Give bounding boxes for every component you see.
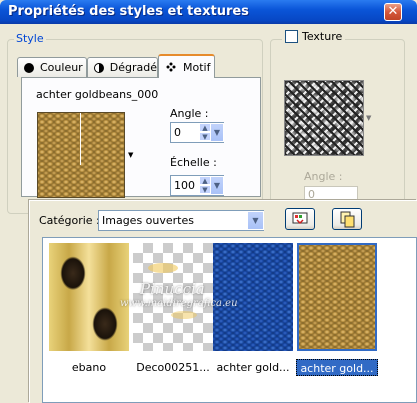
scale-dropdown[interactable]: ▼ xyxy=(210,176,224,195)
title-bar: Propriétés des styles et textures ✕ xyxy=(0,0,417,24)
category-dropdown-button[interactable]: ▼ xyxy=(247,211,264,230)
category-selected-value: Images ouvertes xyxy=(102,214,194,227)
angle-value: 0 xyxy=(174,126,181,139)
copy-icon xyxy=(340,211,355,228)
thumbnail-label-achter-gold-blue: achter gold... xyxy=(216,361,290,374)
chevron-down-icon: ▼ xyxy=(366,114,372,122)
pattern-name: achter goldbeans_000 xyxy=(36,88,159,101)
thumbnail-label-deco: Deco00251... xyxy=(136,361,210,374)
texture-preview xyxy=(284,80,364,156)
texture-checkbox-row[interactable]: Texture xyxy=(282,30,346,43)
half-circle-icon xyxy=(94,62,104,73)
palette-icon xyxy=(292,212,308,225)
pattern-preview[interactable] xyxy=(37,112,125,198)
thumbnail-label-ebano: ebano xyxy=(71,361,107,374)
tab-degrade[interactable]: Dégradé xyxy=(87,57,158,77)
category-select[interactable]: Images ouvertes ▼ xyxy=(98,210,264,231)
category-label: Catégorie : xyxy=(39,214,100,227)
tab-motif[interactable]: Motif xyxy=(158,54,215,78)
chevron-down-icon[interactable]: ▼ xyxy=(128,151,133,159)
watermark-line1: Pinuccia xyxy=(140,280,205,298)
thumbnail-label-achter-gold-gold: achter gold... xyxy=(296,359,378,376)
window-title: Propriétés des styles et textures xyxy=(8,4,249,19)
crosshair-icon xyxy=(80,113,81,165)
thumbnail-list[interactable]: ebano Deco00251... achter gold... achter… xyxy=(42,237,417,403)
scale-label: Échelle : xyxy=(170,156,217,169)
filled-circle-icon xyxy=(24,62,34,73)
texture-checkbox[interactable] xyxy=(285,30,298,43)
tab-couleur-label: Couleur xyxy=(40,61,83,74)
deco-swirl xyxy=(148,263,178,273)
texture-angle-label: Angle : xyxy=(304,170,343,183)
add-pattern-button[interactable] xyxy=(285,208,315,230)
texture-label: Texture xyxy=(302,30,343,43)
deco-swirl xyxy=(171,311,197,319)
tab-couleur[interactable]: Couleur xyxy=(17,57,87,77)
pattern-icon xyxy=(166,62,176,72)
angle-dropdown[interactable]: ▼ xyxy=(210,123,224,142)
close-button[interactable]: ✕ xyxy=(384,3,402,21)
copy-pattern-button[interactable] xyxy=(332,208,362,230)
scale-field[interactable]: 100 ▲ ▼ ▼ xyxy=(170,175,224,196)
scale-value: 100 xyxy=(174,179,195,192)
thumbnail-achter-gold-blue[interactable] xyxy=(213,243,293,351)
tab-degrade-label: Dégradé xyxy=(109,61,157,74)
watermark-line2: www.maidiregrafica.eu xyxy=(120,298,238,309)
tab-motif-label: Motif xyxy=(183,60,211,74)
angle-field[interactable]: 0 ▲ ▼ ▼ xyxy=(170,122,224,143)
thumbnail-achter-gold-gold[interactable] xyxy=(297,243,377,351)
thumbnail-ebano[interactable] xyxy=(49,243,129,351)
angle-label: Angle : xyxy=(170,107,209,120)
style-group-title: Style xyxy=(14,32,46,45)
